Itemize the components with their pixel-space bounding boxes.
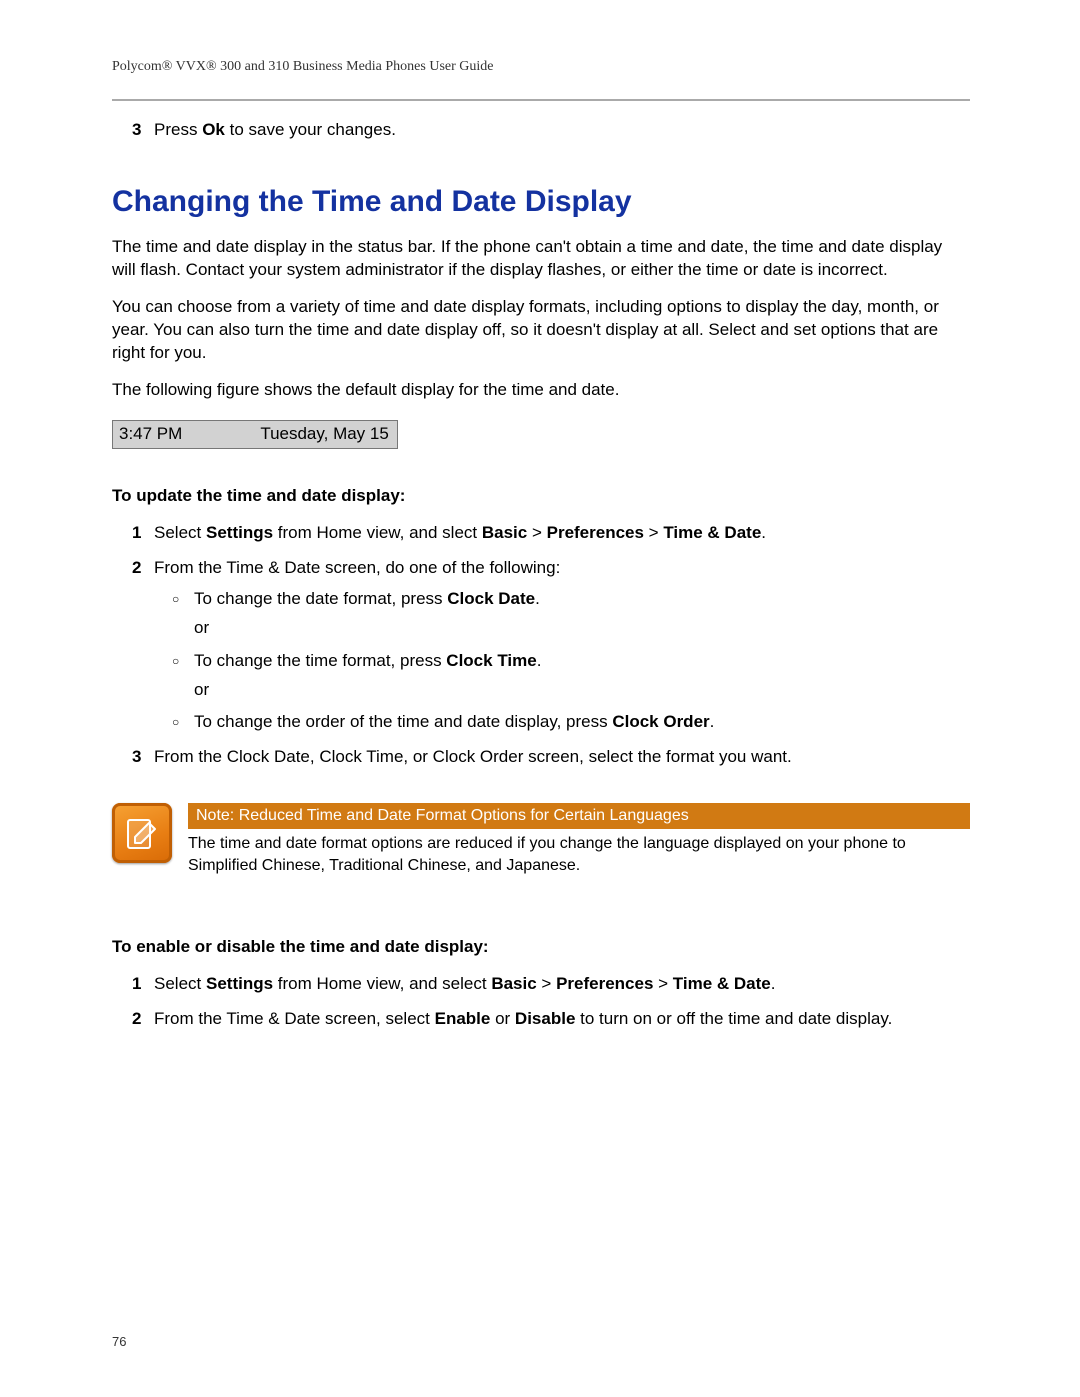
note-callout: Note: Reduced Time and Date Format Optio… <box>112 803 970 876</box>
list-item: To change the time format, press Clock T… <box>154 650 970 702</box>
body-text: The following figure shows the default d… <box>112 379 970 402</box>
procedure-b-steps: 1 Select Settings from Home view, and se… <box>112 973 970 1031</box>
procedure-heading: To update the time and date display: <box>112 485 970 508</box>
list-item: 1 Select Settings from Home view, and se… <box>112 973 970 996</box>
list-item: 2 From the Time & Date screen, do one of… <box>112 557 970 735</box>
step-text: From the Clock Date, Clock Time, or Cloc… <box>154 747 792 766</box>
body-text: You can choose from a variety of time an… <box>112 296 970 365</box>
procedure-heading: To enable or disable the time and date d… <box>112 936 970 959</box>
step-number: 2 <box>132 1008 141 1031</box>
or-text: or <box>194 679 970 702</box>
sub-list: To change the date format, press Clock D… <box>154 588 970 735</box>
list-item: To change the order of the time and date… <box>154 711 970 734</box>
step-text: From the Time & Date screen, do one of t… <box>154 558 560 577</box>
or-text: or <box>194 617 970 640</box>
body-text: The time and date display in the status … <box>112 236 970 282</box>
step-text: Select Settings from Home view, and sele… <box>154 974 775 993</box>
step-text: Press Ok to save your changes. <box>154 120 396 139</box>
figure-time: 3:47 PM <box>113 421 252 448</box>
note-body: Note: Reduced Time and Date Format Optio… <box>188 803 970 876</box>
section-heading: Changing the Time and Date Display <box>112 182 970 223</box>
step-text: From the Time & Date screen, select Enab… <box>154 1009 892 1028</box>
step-number: 3 <box>132 119 141 142</box>
procedure-a-steps: 1 Select Settings from Home view, and sl… <box>112 522 970 770</box>
list-item: 3 Press Ok to save your changes. <box>112 119 970 142</box>
running-header: Polycom® VVX® 300 and 310 Business Media… <box>112 58 970 101</box>
note-text: The time and date format options are red… <box>188 833 970 876</box>
page-number: 76 <box>112 1333 126 1351</box>
figure-date: Tuesday, May 15 <box>252 421 397 448</box>
step-number: 1 <box>132 522 141 545</box>
status-bar-figure: 3:47 PM Tuesday, May 15 <box>112 420 398 449</box>
step-number: 3 <box>132 746 141 769</box>
step-number: 2 <box>132 557 141 580</box>
note-icon <box>112 803 172 863</box>
list-item: 1 Select Settings from Home view, and sl… <box>112 522 970 545</box>
list-item: 3 From the Clock Date, Clock Time, or Cl… <box>112 746 970 769</box>
list-item: To change the date format, press Clock D… <box>154 588 970 640</box>
step-number: 1 <box>132 973 141 996</box>
list-item: 2 From the Time & Date screen, select En… <box>112 1008 970 1031</box>
step-text: Select Settings from Home view, and slec… <box>154 523 766 542</box>
note-title: Note: Reduced Time and Date Format Optio… <box>188 803 970 829</box>
carryover-step-list: 3 Press Ok to save your changes. <box>112 119 970 142</box>
